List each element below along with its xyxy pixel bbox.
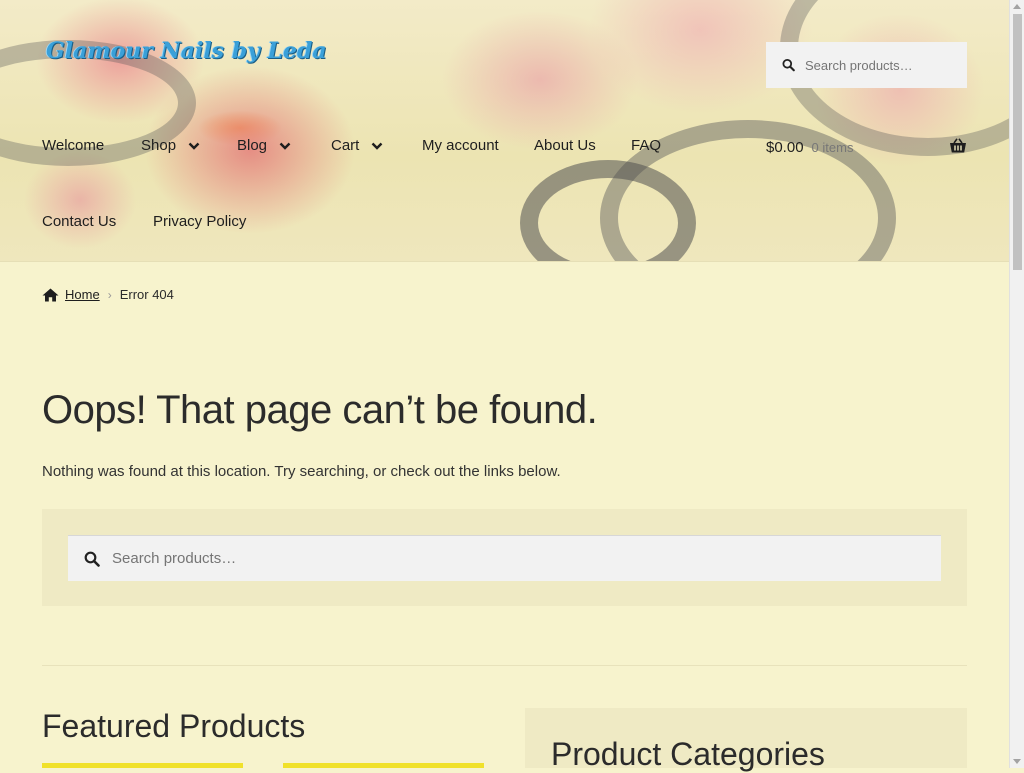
breadcrumb-separator-icon: ›: [107, 287, 112, 302]
search-icon: [782, 58, 795, 72]
featured-products-heading: Featured Products: [42, 708, 306, 744]
scroll-up-arrow-icon[interactable]: [1013, 4, 1021, 9]
chevron-down-icon[interactable]: [371, 141, 383, 151]
site-title[interactable]: Glamour Nails by Leda: [46, 38, 327, 64]
nav-label: Privacy Policy: [153, 213, 247, 230]
home-icon: [42, 288, 59, 301]
scroll-down-arrow-icon[interactable]: [1013, 759, 1021, 764]
product-categories-widget: Product Categories: [525, 708, 967, 772]
cart-item-count: 0 items: [811, 139, 854, 155]
section-divider: [42, 665, 967, 666]
breadcrumb: Home › Error 404: [42, 287, 174, 302]
nav-item-about-us[interactable]: About Us: [534, 137, 596, 154]
nav-label: FAQ: [631, 137, 662, 154]
nav-label: Blog: [237, 137, 268, 154]
header-search-box[interactable]: [766, 42, 967, 88]
chevron-down-icon[interactable]: [279, 141, 291, 151]
product-card[interactable]: [283, 763, 484, 768]
product-categories-heading: Product Categories: [551, 736, 825, 772]
nav-item-welcome[interactable]: Welcome: [42, 137, 104, 154]
nav-label: Welcome: [42, 137, 105, 154]
nav-item-my-account[interactable]: My account: [422, 137, 499, 154]
product-search-box[interactable]: [68, 535, 941, 581]
breadcrumb-home-link[interactable]: Home: [65, 287, 100, 302]
header-cart-link[interactable]: $0.00 0 items: [766, 137, 967, 157]
breadcrumb-current: Error 404: [119, 287, 174, 302]
nav-item-privacy-policy[interactable]: Privacy Policy: [153, 213, 246, 230]
nav-label: My account: [422, 137, 499, 154]
nav-item-cart[interactable]: Cart: [331, 137, 383, 154]
product-search-input[interactable]: [110, 549, 914, 568]
product-card[interactable]: [42, 763, 243, 768]
chevron-down-icon[interactable]: [188, 141, 200, 151]
nav-item-shop[interactable]: Shop: [141, 137, 200, 154]
shopping-basket-icon[interactable]: [949, 138, 967, 154]
page-title: Oops! That page can’t be found.: [42, 388, 598, 432]
error-message: Nothing was found at this location. Try …: [42, 463, 561, 480]
scrollbar-thumb[interactable]: [1013, 14, 1022, 270]
search-icon: [84, 551, 100, 567]
nav-item-blog[interactable]: Blog: [237, 137, 291, 154]
nav-label: Cart: [331, 137, 360, 154]
search-panel: [42, 509, 967, 606]
nav-label: Shop: [141, 137, 177, 154]
cart-amount: $0.00: [766, 138, 804, 156]
header-search-input[interactable]: [803, 56, 967, 74]
page-scrollbar[interactable]: [1009, 0, 1024, 768]
site-header: Glamour Nails by Leda Welcome Shop Blog …: [0, 0, 1009, 262]
nav-item-faq[interactable]: FAQ: [631, 137, 661, 154]
nav-label: Contact Us: [42, 213, 117, 230]
nav-label: About Us: [534, 137, 596, 154]
nav-item-contact-us[interactable]: Contact Us: [42, 213, 116, 230]
